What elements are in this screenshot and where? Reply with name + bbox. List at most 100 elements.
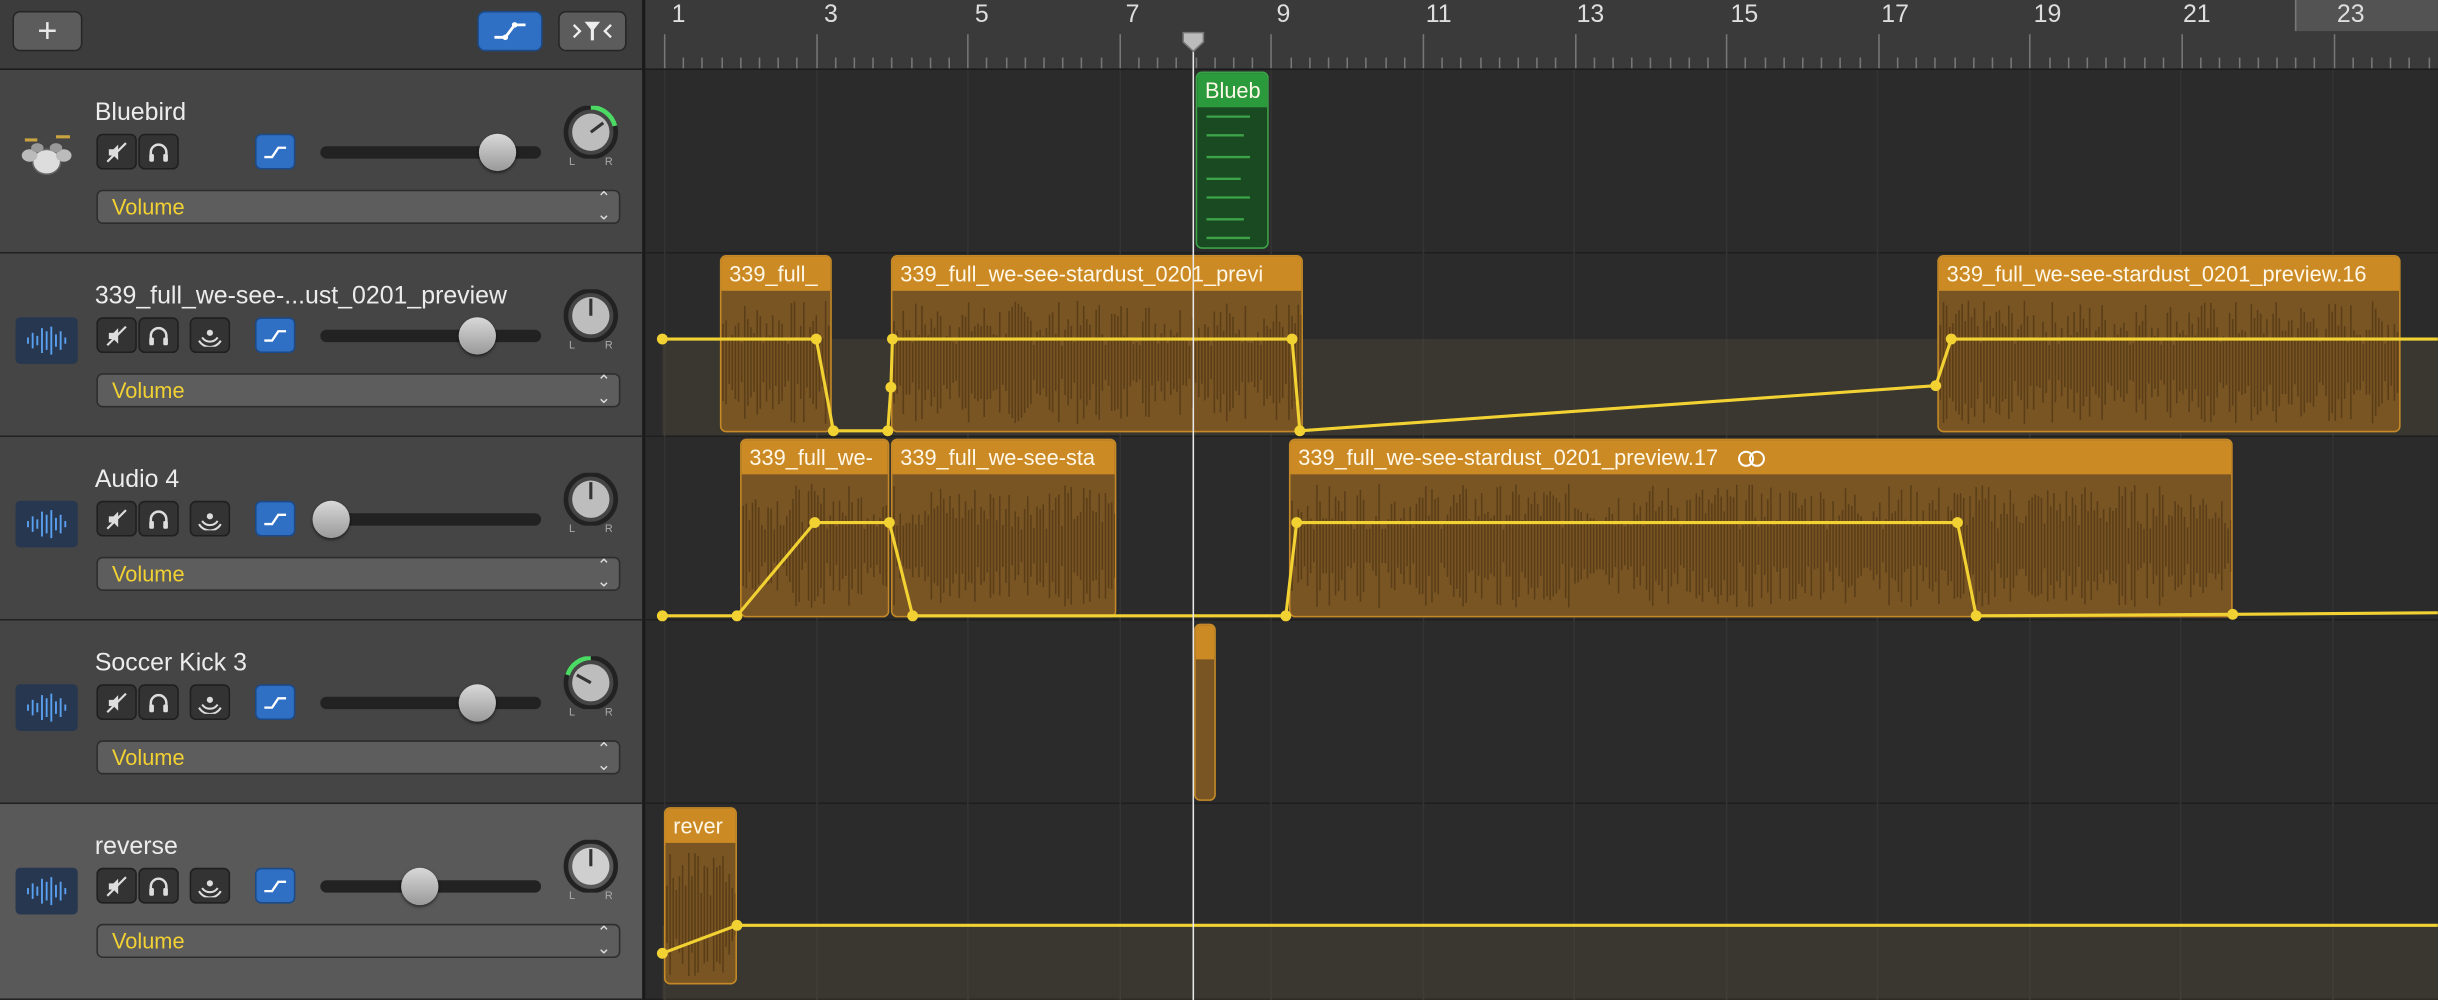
bar-number: 23: [2336, 1, 2365, 28]
track-header-reverse[interactable]: reverse L R Volume ⌃ ⌄: [0, 804, 643, 1000]
ruler-tick: [1441, 57, 1444, 69]
track-filter-button[interactable]: [558, 10, 627, 52]
solo-button[interactable]: [138, 317, 179, 354]
track-header-339-full[interactable]: 339_full_we-see-...ust_0201_preview L R …: [0, 253, 643, 438]
updown-chevron-icon: ⌃ ⌄: [596, 923, 612, 959]
waveform: [742, 474, 888, 616]
mute-button[interactable]: [96, 867, 137, 904]
pan-knob[interactable]: L R: [561, 656, 620, 719]
audio-region[interactable]: 339_full_we-see-stardust_0201_preview.17: [1288, 438, 2233, 618]
ruler-tick: [1024, 57, 1026, 69]
audio-region[interactable]: 339_full_we-see-stardust_0201_preview.16: [1937, 255, 2401, 433]
solo-button[interactable]: [138, 500, 179, 537]
track-header-soccer-kick-3[interactable]: Soccer Kick 3 L R Volume ⌃ ⌄: [0, 620, 643, 805]
region-title: [1195, 625, 1215, 660]
speaker-mute-icon: [106, 692, 127, 713]
automation-parameter-value: Volume: [111, 744, 185, 770]
solo-button[interactable]: [138, 867, 179, 904]
audio-region[interactable]: 339_full_we-see-stardust_0201_previ: [890, 255, 1303, 433]
automation-parameter-select[interactable]: Volume ⌃ ⌄: [96, 740, 621, 775]
add-track-button[interactable]: +: [12, 10, 83, 52]
track-automation-button[interactable]: [254, 684, 296, 721]
audio-region[interactable]: 339_full_we-see-sta: [890, 438, 1117, 618]
playhead-handle[interactable]: [1182, 31, 1205, 53]
track-lane[interactable]: [645, 69, 2438, 254]
track-header-audio-4[interactable]: Audio 4 L R Volume ⌃ ⌄: [0, 437, 643, 621]
volume-slider[interactable]: [320, 684, 542, 722]
track-lane[interactable]: [645, 620, 2438, 805]
updown-chevron-icon: ⌃ ⌄: [596, 189, 612, 224]
volume-slider-handle[interactable]: [458, 317, 496, 355]
automation-parameter-select[interactable]: Volume ⌃ ⌄: [96, 556, 621, 591]
track-automation-button[interactable]: [254, 500, 296, 537]
mute-button[interactable]: [96, 500, 137, 537]
audio-region[interactable]: [1194, 623, 1216, 801]
playhead[interactable]: [1192, 41, 1195, 1000]
volume-slider-handle[interactable]: [400, 867, 439, 906]
ruler-tick: [796, 57, 799, 69]
track-name[interactable]: reverse: [95, 834, 178, 862]
loop-link-icon: [1737, 451, 1765, 468]
ruler-tick: [1612, 57, 1614, 69]
volume-slider[interactable]: [312, 500, 542, 539]
input-monitor-button[interactable]: [189, 867, 231, 904]
funnel-filter-icon: [572, 21, 612, 41]
ruler-tick: [929, 57, 932, 69]
ruler-tick: [1934, 57, 1937, 69]
automation-parameter-select[interactable]: Volume ⌃ ⌄: [96, 189, 621, 224]
volume-slider[interactable]: [320, 317, 542, 355]
track-name[interactable]: 339_full_we-see-...ust_0201_preview: [95, 283, 507, 311]
ruler-tick: [815, 34, 818, 69]
ruler-tick: [1498, 57, 1501, 69]
solo-button[interactable]: [138, 684, 179, 721]
audio-region[interactable]: rever: [663, 807, 737, 985]
ruler-tick: [2238, 57, 2240, 69]
volume-slider-handle[interactable]: [458, 684, 496, 722]
volume-slider-handle[interactable]: [312, 500, 350, 539]
ruler-tick: [2333, 34, 2335, 69]
volume-slider[interactable]: [320, 133, 542, 172]
track-automation-button[interactable]: [254, 317, 296, 354]
ruler-tick: [1650, 57, 1652, 69]
region-title: 339_full_we-see-stardust_0201_preview.16: [1938, 256, 2400, 291]
automation-toggle-button[interactable]: [477, 10, 543, 52]
mute-button[interactable]: [96, 317, 137, 354]
track-name[interactable]: Soccer Kick 3: [95, 650, 247, 678]
automation-parameter-select[interactable]: Volume ⌃ ⌄: [96, 923, 621, 959]
mute-button[interactable]: [96, 684, 137, 721]
input-monitor-button[interactable]: [189, 317, 231, 354]
pan-knob[interactable]: L R: [561, 839, 620, 903]
automation-curve-icon: [264, 145, 287, 158]
headphones-icon: [149, 142, 168, 161]
track-name[interactable]: Audio 4: [95, 467, 179, 495]
pan-knob[interactable]: L R: [561, 105, 620, 168]
audio-region[interactable]: 339_full_we-: [740, 438, 890, 618]
mute-button[interactable]: [96, 133, 137, 170]
automation-parameter-select[interactable]: Volume ⌃ ⌄: [96, 373, 621, 408]
volume-slider-handle[interactable]: [478, 133, 516, 172]
speaker-mute-icon: [106, 141, 127, 162]
ruler-tick: [2048, 57, 2051, 69]
pan-knob[interactable]: L R: [561, 289, 620, 351]
track-header-bluebird[interactable]: Bluebird L R Volume ⌃ ⌄: [0, 69, 643, 254]
track-automation-button[interactable]: [254, 133, 296, 170]
track-header-toolbar: +: [0, 0, 643, 70]
pan-right-label: R: [604, 340, 613, 352]
audio-region[interactable]: 339_full_: [719, 255, 832, 433]
track-name[interactable]: Bluebird: [95, 100, 186, 128]
input-monitor-button[interactable]: [189, 500, 231, 537]
ruler-tick: [834, 57, 837, 69]
timeline-ruler[interactable]: 1 3 5 7 9 11 13 15 17 19 21 23: [645, 0, 2438, 70]
cycle-region[interactable]: [2294, 0, 2438, 32]
solo-button[interactable]: [138, 133, 179, 170]
input-monitor-icon: [198, 512, 222, 530]
pan-right-label: R: [604, 891, 613, 903]
bar-number: 1: [671, 1, 686, 28]
volume-slider[interactable]: [320, 867, 542, 906]
tracks-area[interactable]: Blueb 339_full_ 339_full_we-see-stardust…: [645, 69, 2438, 1000]
pan-knob[interactable]: L R: [561, 472, 620, 535]
input-monitor-button[interactable]: [189, 684, 231, 721]
ruler-tick: [2143, 57, 2145, 69]
drummer-region[interactable]: Blueb: [1195, 71, 1269, 249]
track-automation-button[interactable]: [254, 867, 296, 904]
